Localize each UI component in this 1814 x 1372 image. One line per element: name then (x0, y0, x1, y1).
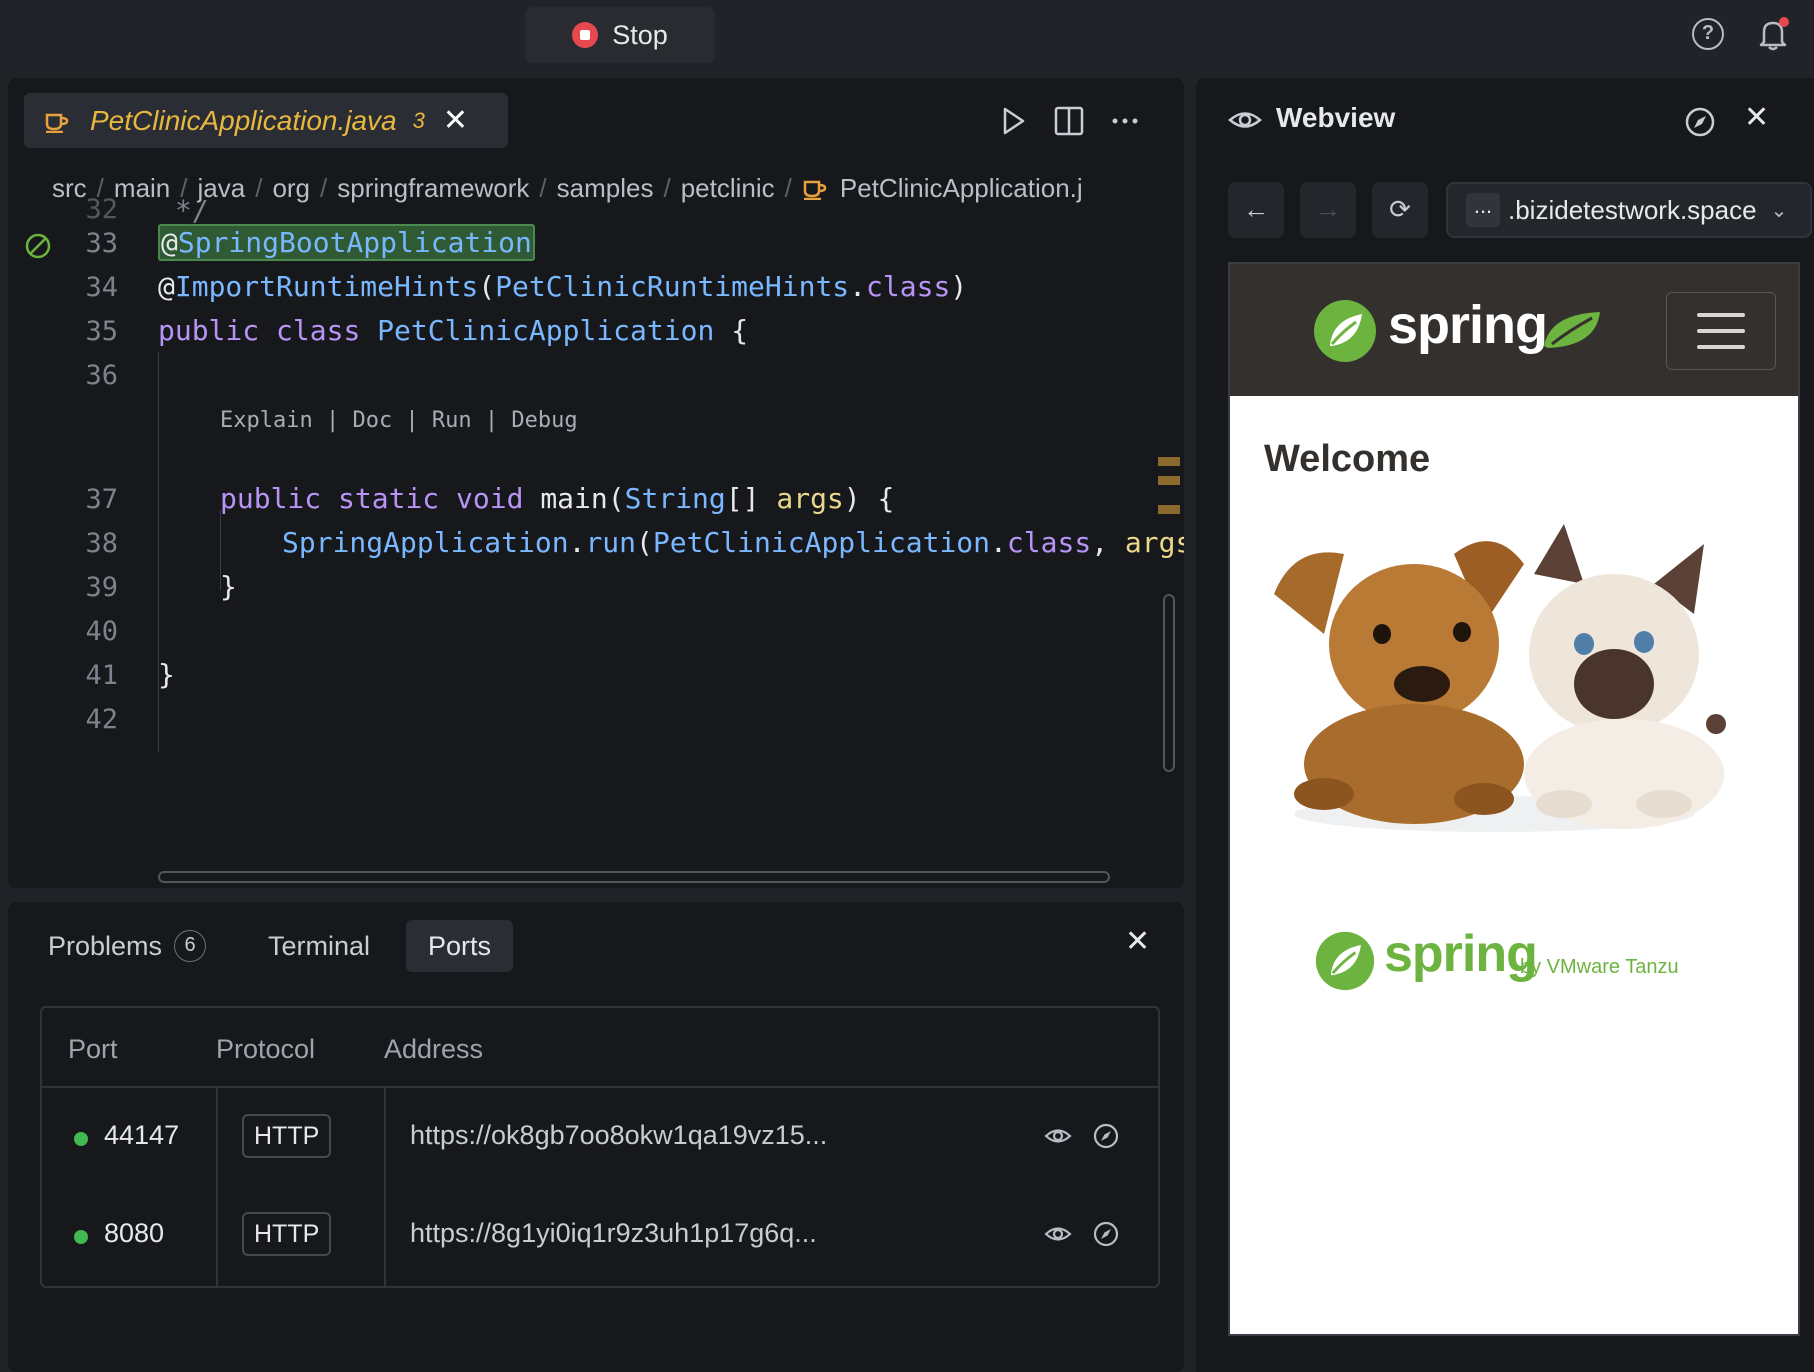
code-line: } (220, 570, 237, 603)
footer-spring-text: spring (1384, 925, 1538, 983)
preview-eye-icon[interactable] (1044, 1122, 1072, 1150)
open-browser-compass-icon[interactable] (1092, 1220, 1120, 1248)
chevron-down-icon[interactable]: ⌄ (1771, 198, 1788, 223)
ports-table: Port Protocol Address 44147 HTTP https:/… (40, 1006, 1160, 1288)
breadcrumb-item[interactable]: petclinic (681, 173, 775, 204)
notification-bell-icon[interactable] (1756, 16, 1790, 52)
line-number: 39 (85, 572, 118, 603)
line-number: 38 (85, 528, 118, 559)
url-text: .bizidetestwork.space (1508, 194, 1757, 225)
column-header-address: Address (384, 1034, 484, 1064)
table-row[interactable]: 44147 HTTP https://ok8gb7oo8okw1qa19vz15… (42, 1088, 1158, 1186)
more-actions-icon[interactable] (1108, 104, 1142, 138)
horizontal-scrollbar[interactable] (158, 871, 1110, 883)
overview-ruler-mark (1158, 457, 1180, 466)
problems-count-badge: 6 (174, 930, 207, 962)
url-prefix[interactable]: ... (1466, 193, 1500, 227)
vertical-scrollbar[interactable] (1163, 594, 1175, 772)
hamburger-menu-icon[interactable] (1666, 292, 1776, 370)
port-address[interactable]: https://8g1yi0iq1r9z3uh1p17g6q... (410, 1218, 817, 1249)
editor-panel: PetClinicApplication.java 3 ✕ src / main /… (8, 78, 1184, 888)
port-address[interactable]: https://ok8gb7oo8okw1qa19vz15... (410, 1120, 827, 1151)
split-editor-icon[interactable] (1052, 104, 1086, 138)
line-number: 34 (85, 272, 118, 303)
tab-problems[interactable]: Problems 6 (26, 920, 228, 972)
open-in-browser-compass-icon[interactable] (1684, 106, 1716, 138)
line-number: 32 (85, 194, 118, 225)
open-browser-compass-icon[interactable] (1092, 1122, 1120, 1150)
top-bar: Stop ? (0, 0, 1814, 72)
codelens-actions[interactable]: Explain | Doc | Run | Debug (220, 408, 578, 433)
table-row[interactable]: 8080 HTTP https://8g1yi0iq1r9z3uh1p17g6q… (42, 1186, 1158, 1284)
back-arrow-icon[interactable]: ← (1228, 182, 1284, 238)
close-panel-icon[interactable]: ✕ (1125, 924, 1150, 959)
preview-eye-icon[interactable] (1044, 1220, 1072, 1248)
line-number: 33 (85, 228, 118, 259)
pets-photo (1264, 504, 1742, 844)
reload-icon[interactable]: ⟳ (1372, 182, 1428, 238)
site-navbar: spring (1230, 264, 1798, 396)
stop-icon (572, 22, 599, 48)
welcome-heading: Welcome (1264, 438, 1431, 480)
url-bar[interactable]: ... .bizidetestwork.space ⌄ (1446, 182, 1812, 238)
protocol-badge: HTTP (242, 1212, 332, 1256)
column-header-protocol: Protocol (216, 1034, 316, 1064)
spring-boot-leaf-icon (1544, 312, 1600, 348)
forward-arrow-icon[interactable]: → (1300, 182, 1356, 238)
webview-eye-icon (1228, 112, 1262, 128)
spring-leaf-logo-icon (1315, 931, 1375, 991)
overview-ruler-mark (1158, 476, 1180, 485)
port-number: 44147 (104, 1120, 180, 1150)
line-number: 42 (85, 704, 118, 735)
line-number: 37 (85, 484, 118, 515)
bottom-panel: Problems 6 Terminal Ports ✕ Port Protoco… (8, 902, 1184, 1372)
spring-logo-text: spring (1388, 295, 1548, 355)
status-dot (74, 1132, 88, 1146)
status-dot (74, 1230, 88, 1244)
webview-page[interactable]: spring Welcome spring by VMware Tanzu (1228, 262, 1800, 1336)
webview-panel: Webview ✕ ← → ⟳ ... .bizidetestwork.spac… (1196, 78, 1814, 1372)
webview-title: Webview (1276, 102, 1396, 133)
line-number: 41 (85, 660, 118, 691)
run-icon[interactable] (996, 104, 1030, 138)
breadcrumb-item[interactable]: org (272, 173, 310, 204)
spring-bean-gutter-icon[interactable] (24, 232, 52, 260)
code-editor[interactable]: 32 */ 33 @SpringBootApplication 34 @Impo… (8, 194, 1184, 868)
spring-leaf-logo-icon (1314, 300, 1376, 362)
help-icon[interactable]: ? (1692, 18, 1724, 50)
tab-filename: PetClinicApplication.java (90, 104, 397, 136)
code-line: */ (158, 194, 209, 227)
code-line: SpringApplication.run(PetClinicApplicati… (282, 526, 1184, 559)
java-file-icon (803, 180, 827, 200)
spring-tanzu-footer-logo: spring by VMware Tanzu (1314, 924, 1734, 1004)
overview-ruler-mark (1158, 505, 1180, 514)
line-number: 40 (85, 616, 118, 647)
tab-ports[interactable]: Ports (406, 920, 514, 972)
code-line: public class PetClinicApplication { (158, 314, 749, 347)
close-webview-icon[interactable]: ✕ (1744, 100, 1769, 135)
tab-terminal[interactable]: Terminal (246, 920, 392, 972)
stop-button[interactable]: Stop (525, 7, 715, 63)
java-file-icon (45, 113, 69, 133)
tab-close-icon[interactable]: ✕ (443, 103, 468, 138)
code-line: @ImportRuntimeHints(PetClinicRuntimeHint… (158, 270, 968, 303)
breadcrumb-item[interactable]: samples (557, 173, 654, 204)
protocol-badge: HTTP (242, 1114, 332, 1158)
code-line: } (158, 658, 175, 691)
breadcrumb-item[interactable]: PetClinicApplication.j (840, 173, 1083, 204)
line-number: 36 (85, 360, 118, 391)
editor-tab-active[interactable]: PetClinicApplication.java 3 ✕ (24, 93, 508, 148)
stop-label: Stop (612, 19, 668, 50)
column-header-port: Port (68, 1034, 118, 1064)
line-number: 35 (85, 316, 118, 347)
code-line: public static void main(String[] args) { (220, 482, 895, 515)
breadcrumb-item[interactable]: springframework (337, 173, 529, 204)
code-line: @SpringBootApplication (158, 224, 535, 261)
footer-byline: by VMware Tanzu (1520, 956, 1679, 978)
tab-problem-count: 3 (412, 107, 425, 133)
port-number: 8080 (104, 1218, 165, 1248)
